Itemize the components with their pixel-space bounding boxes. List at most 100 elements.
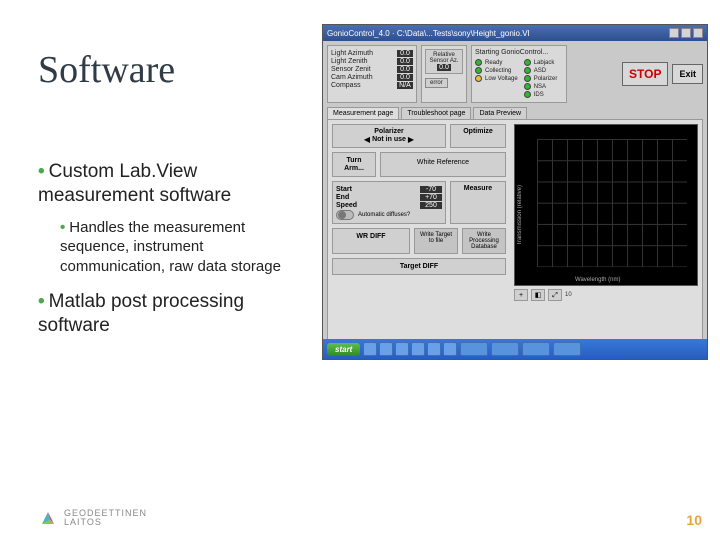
status-led-row: Low Voltage [475, 75, 518, 82]
work-area: Polarizer ◀ Not in use ▶ Optimize Turn A… [327, 119, 703, 347]
turn-arm-button[interactable]: Turn Arm... [332, 152, 376, 177]
taskbar-item[interactable] [522, 342, 550, 356]
taskbar-item[interactable] [553, 342, 581, 356]
polarizer-mode: Not in use [372, 136, 406, 143]
footer-logo: GEODEETTINEN LAITOS [38, 508, 147, 528]
led-label: NSA [534, 84, 546, 90]
led-icon [475, 75, 482, 82]
readout-label: Light Zenith [331, 58, 368, 65]
readout-value: 0.0 [397, 74, 413, 81]
param-label: End [336, 194, 349, 201]
relative-value: 0.0 [437, 64, 451, 71]
exit-button[interactable]: Exit [672, 64, 703, 84]
slide-title: Software [38, 48, 175, 92]
page-number: 10 [686, 512, 702, 528]
param-value[interactable]: -70 [420, 186, 442, 193]
led-label: IDS [534, 92, 544, 98]
status-led-row: NSA [524, 83, 558, 90]
param-label: Speed [336, 202, 357, 209]
start-button[interactable]: start [327, 343, 360, 356]
chart-ylabel: Transmission (relative) [517, 185, 523, 245]
chart-pan-icon[interactable]: ◧ [531, 289, 545, 301]
write-processing-button[interactable]: Write Processing Database [462, 228, 506, 254]
led-label: ASD [534, 68, 546, 74]
readout-value: N/A [397, 82, 413, 89]
windows-taskbar: start [323, 339, 707, 359]
chart-zoom-icon[interactable]: + [514, 289, 528, 301]
status-heading: Starting GonioControl... [475, 49, 563, 56]
window-title: GonioControl_4.0 · C:\Data\...Tests\sony… [327, 29, 530, 38]
quicklaunch-icon[interactable] [363, 342, 377, 356]
quicklaunch-icon[interactable] [443, 342, 457, 356]
led-label: Low Voltage [485, 76, 518, 82]
bullet-list: •Custom Lab.View measurement software •H… [38, 160, 308, 348]
toggle-label: Automatic diffuses? [358, 212, 410, 218]
readout-label: Compass [331, 82, 361, 89]
status-led-row: Polarizer [524, 75, 558, 82]
led-icon [524, 75, 531, 82]
logo-text: LAITOS [64, 518, 147, 527]
status-led-row: ASD [524, 67, 558, 74]
status-led-row: Labjack [524, 59, 558, 66]
status-panel: Starting GonioControl... Ready Collectin… [471, 45, 567, 103]
led-icon [524, 83, 531, 90]
window-maximize-button[interactable] [681, 28, 691, 38]
led-label: Polarizer [534, 76, 558, 82]
led-label: Labjack [534, 60, 555, 66]
param-label: Start [336, 186, 352, 193]
tab-measurement[interactable]: Measurement page [327, 107, 399, 119]
polarizer-heading: Polarizer [336, 128, 442, 135]
chart-controls: + ◧ ⤢ 10 [514, 289, 698, 301]
error-button[interactable]: error [425, 78, 448, 88]
led-icon [475, 67, 482, 74]
write-target-button[interactable]: Write Target to file [414, 228, 458, 254]
status-led-row: Ready [475, 59, 518, 66]
bullet-level1: •Custom Lab.View measurement software [38, 160, 308, 208]
quicklaunch-icon[interactable] [395, 342, 409, 356]
optimize-button[interactable]: Optimize [450, 124, 506, 148]
param-value[interactable]: 250 [420, 202, 442, 209]
readout-value: 0.0 [397, 58, 413, 65]
bullet-level2: •Handles the measurement sequence, instr… [60, 218, 308, 277]
chart-xlabel: Wavelength (nm) [575, 277, 620, 283]
chevron-right-icon[interactable]: ▶ [408, 135, 414, 144]
taskbar-item[interactable] [491, 342, 519, 356]
toggle-icon[interactable] [336, 210, 354, 220]
auto-diffuses-toggle[interactable]: Automatic diffuses? [336, 210, 442, 220]
chart-control-label: 10 [565, 292, 572, 298]
quicklaunch-icon[interactable] [411, 342, 425, 356]
quicklaunch-icon[interactable] [379, 342, 393, 356]
angle-readouts: Light Azimuth0.0 Light Zenith0.0 Sensor … [327, 45, 417, 103]
bullet-text: Handles the measurement sequence, instru… [60, 219, 281, 275]
led-label: Ready [485, 60, 502, 66]
taskbar-item[interactable] [460, 342, 488, 356]
stop-button[interactable]: STOP [622, 62, 668, 86]
readout-value: 0.0 [397, 50, 413, 57]
logo-icon [38, 508, 58, 528]
led-label: Collecting [485, 68, 511, 74]
window-close-button[interactable] [693, 28, 703, 38]
window-titlebar: GonioControl_4.0 · C:\Data\...Tests\sony… [323, 25, 707, 41]
measure-button[interactable]: Measure [450, 181, 506, 224]
polarizer-mode-select[interactable]: ◀ Not in use ▶ [336, 135, 442, 144]
spectrum-chart: Transmission (relative) Wavelength (nm) [514, 124, 698, 286]
window-minimize-button[interactable] [669, 28, 679, 38]
tab-data-preview[interactable]: Data Preview [473, 107, 527, 119]
tab-troubleshoot[interactable]: Troubleshoot page [401, 107, 471, 119]
status-led-row: IDS [524, 91, 558, 98]
white-reference-button[interactable]: White Reference [380, 152, 506, 177]
chevron-left-icon[interactable]: ◀ [364, 135, 370, 144]
quicklaunch-icon[interactable] [427, 342, 441, 356]
led-icon [475, 59, 482, 66]
param-value[interactable]: +70 [420, 194, 442, 201]
readout-label: Light Azimuth [331, 50, 373, 57]
status-led-row: Collecting [475, 67, 518, 74]
target-diff-button[interactable]: Target DIFF [332, 258, 506, 275]
wr-diff-button[interactable]: WR DIFF [332, 228, 410, 254]
chart-fit-icon[interactable]: ⤢ [548, 289, 562, 301]
bullet-text: Custom Lab.View measurement software [38, 161, 231, 206]
polarizer-panel: Polarizer ◀ Not in use ▶ [332, 124, 446, 148]
relative-panel: Relative Sensor Az. 0.0 error [421, 45, 467, 103]
scan-params-panel: Start -70 End +70 Speed 250 Automatic diffu… [332, 181, 446, 224]
top-readout-row: Light Azimuth0.0 Light Zenith0.0 Sensor … [323, 41, 707, 107]
